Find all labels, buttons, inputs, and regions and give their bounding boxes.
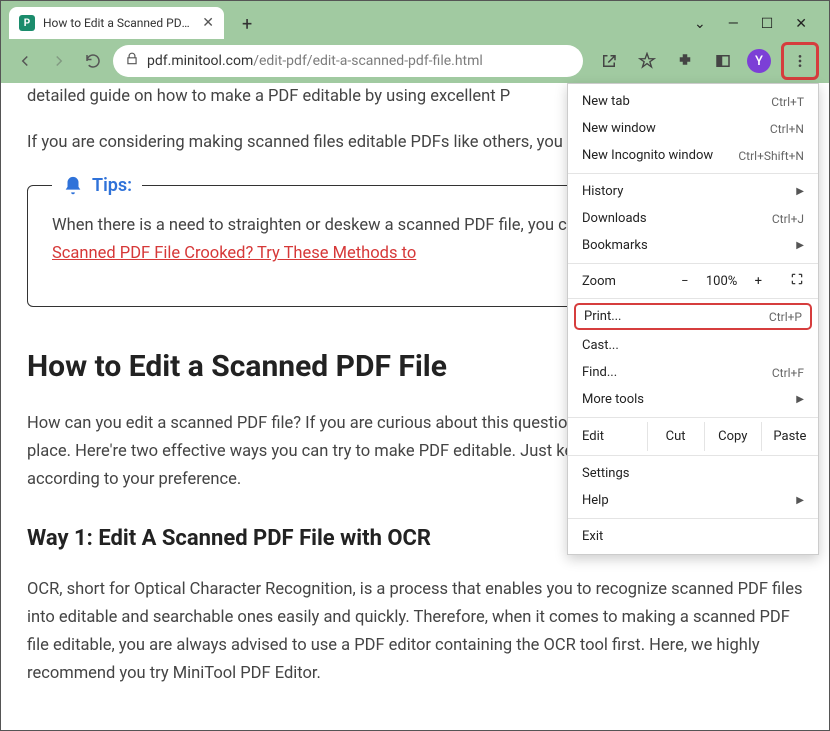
tips-label: Tips: bbox=[52, 171, 142, 202]
share-icon[interactable] bbox=[595, 47, 623, 75]
zoom-out-button[interactable]: − bbox=[681, 274, 688, 289]
new-tab-button[interactable]: + bbox=[234, 10, 260, 39]
back-button[interactable] bbox=[11, 47, 39, 75]
menu-bookmarks[interactable]: Bookmarks▶ bbox=[568, 232, 818, 259]
chrome-menu-button[interactable] bbox=[786, 47, 814, 75]
lock-icon bbox=[125, 52, 139, 70]
maximize-button[interactable]: ☐ bbox=[761, 17, 774, 31]
chevron-right-icon: ▶ bbox=[796, 186, 804, 197]
menu-cut[interactable]: Cut bbox=[648, 422, 705, 451]
chrome-menu: New tabCtrl+T New windowCtrl+N New Incog… bbox=[567, 83, 819, 555]
caret-down-icon[interactable]: ⌄ bbox=[694, 17, 706, 31]
menu-new-window[interactable]: New windowCtrl+N bbox=[568, 115, 818, 142]
menu-more-tools[interactable]: More tools▶ bbox=[568, 386, 818, 413]
menu-find[interactable]: Find...Ctrl+F bbox=[568, 359, 818, 386]
extensions-icon[interactable] bbox=[671, 47, 699, 75]
address-bar[interactable]: pdf.minitool.com/edit-pdf/edit-a-scanned… bbox=[113, 45, 583, 77]
menu-cast[interactable]: Cast... bbox=[568, 332, 818, 359]
menu-print[interactable]: Print...Ctrl+P bbox=[574, 303, 812, 330]
menu-paste[interactable]: Paste bbox=[762, 422, 818, 451]
browser-tab[interactable]: P How to Edit a Scanned PDF File? ✕ bbox=[9, 7, 224, 39]
chevron-right-icon: ▶ bbox=[796, 495, 804, 506]
panel-icon[interactable] bbox=[709, 47, 737, 75]
url-text: pdf.minitool.com/edit-pdf/edit-a-scanned… bbox=[147, 53, 483, 69]
forward-button[interactable] bbox=[45, 47, 73, 75]
bell-icon bbox=[62, 175, 84, 197]
close-window-button[interactable]: ✕ bbox=[795, 17, 807, 31]
tab-title: How to Edit a Scanned PDF File? bbox=[43, 16, 194, 30]
chevron-right-icon: ▶ bbox=[796, 240, 804, 251]
zoom-percentage: 100% bbox=[703, 274, 741, 289]
profile-avatar[interactable]: Y bbox=[747, 49, 771, 73]
bookmark-star-icon[interactable] bbox=[633, 47, 661, 75]
menu-downloads[interactable]: DownloadsCtrl+J bbox=[568, 205, 818, 232]
menu-history[interactable]: History▶ bbox=[568, 178, 818, 205]
tab-close-button[interactable]: ✕ bbox=[202, 15, 214, 31]
menu-help[interactable]: Help▶ bbox=[568, 487, 818, 514]
reload-button[interactable] bbox=[79, 47, 107, 75]
minimize-button[interactable]: — bbox=[728, 17, 739, 31]
menu-edit-row: Edit Cut Copy Paste bbox=[568, 422, 818, 451]
zoom-in-button[interactable]: + bbox=[755, 274, 762, 289]
menu-incognito[interactable]: New Incognito windowCtrl+Shift+N bbox=[568, 142, 818, 169]
chevron-right-icon: ▶ bbox=[796, 394, 804, 405]
fullscreen-icon[interactable] bbox=[790, 272, 804, 290]
menu-copy[interactable]: Copy bbox=[705, 422, 762, 451]
menu-new-tab[interactable]: New tabCtrl+T bbox=[568, 88, 818, 115]
menu-settings[interactable]: Settings bbox=[568, 460, 818, 487]
paragraph: OCR, short for Optical Character Recogni… bbox=[27, 576, 803, 688]
menu-exit[interactable]: Exit bbox=[568, 523, 818, 550]
menu-zoom: Zoom − 100% + bbox=[568, 268, 818, 294]
tab-favicon: P bbox=[19, 15, 35, 31]
